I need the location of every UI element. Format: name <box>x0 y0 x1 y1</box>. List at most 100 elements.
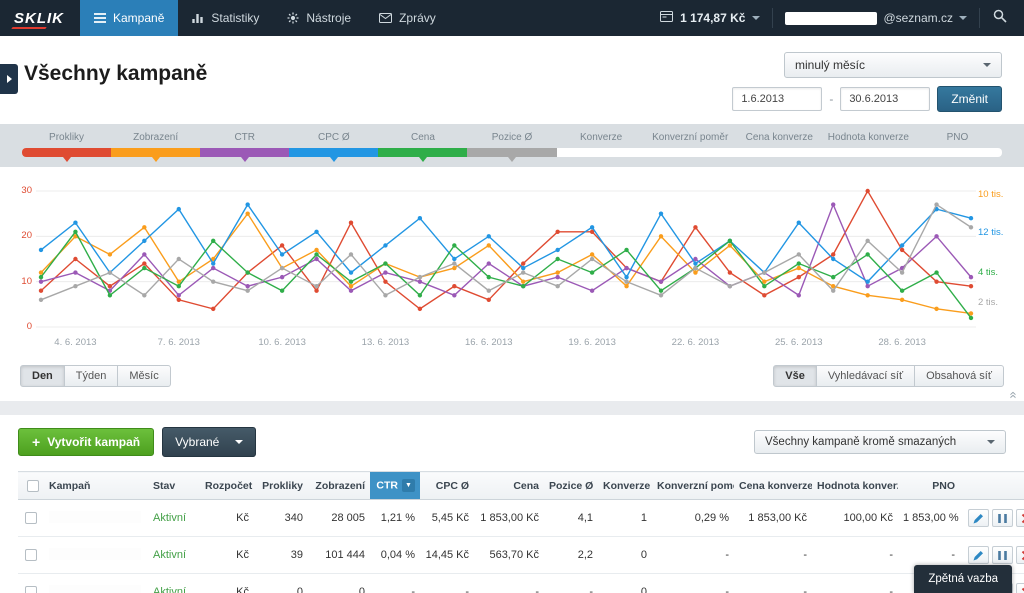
chart-left-axis: 3020100 <box>6 183 32 333</box>
metric-indicator <box>378 148 467 157</box>
value-cell: Kč <box>200 537 254 574</box>
pause-campaign-button[interactable] <box>992 509 1013 527</box>
nav-item-kampane[interactable]: Kampaně <box>80 0 178 36</box>
delete-icon <box>1017 587 1024 593</box>
column-header-ctr[interactable]: CTR▼ <box>370 472 420 500</box>
column-header-pno[interactable]: PNO <box>898 472 960 500</box>
column-header-cpc[interactable]: CPC Ø <box>420 472 474 500</box>
change-date-button[interactable]: Změnit <box>937 86 1002 112</box>
create-campaign-button[interactable]: + Vytvořit kampaň <box>18 428 154 456</box>
edit-campaign-button[interactable] <box>968 509 989 527</box>
metric-tab-konverze[interactable]: Konverze <box>557 132 646 148</box>
row-checkbox[interactable] <box>25 512 37 524</box>
status-cell: Aktivní <box>148 574 200 593</box>
email-redacted <box>785 12 877 25</box>
column-header-label: Kampaň <box>49 480 90 492</box>
x-axis-tick: 16. 6. 2013 <box>465 337 513 348</box>
value-cell: - <box>812 537 898 574</box>
metric-tab-pozice[interactable]: Pozice Ø <box>467 132 556 148</box>
date-from-input[interactable] <box>732 87 822 111</box>
nav-item-nastroje[interactable]: Nástroje <box>273 0 365 36</box>
selected-dropdown[interactable]: Vybrané <box>162 427 256 457</box>
top-navbar: SKLIK Kampaně Statistiky Nástroje Zprávy <box>0 0 1024 36</box>
metric-tab-pno[interactable]: PNO <box>913 132 1002 148</box>
edit-campaign-button[interactable] <box>968 546 989 564</box>
metric-tab-prokliky[interactable]: Prokliky <box>22 132 111 148</box>
metric-tab-cpc[interactable]: CPC Ø <box>289 132 378 148</box>
delete-campaign-button[interactable] <box>1016 509 1024 527</box>
table-row: AktivníKč39101 4440,04 %14,45 Kč563,70 K… <box>18 537 1024 574</box>
x-axis-tick: 19. 6. 2013 <box>568 337 616 348</box>
feedback-button[interactable]: Zpětná vazba <box>914 565 1012 593</box>
account-balance[interactable]: 1 174,87 Kč <box>648 0 772 36</box>
row-checkbox[interactable] <box>25 586 37 593</box>
collapse-chart-button[interactable]: » <box>1006 391 1018 398</box>
column-header-label: Zobrazení <box>315 480 365 492</box>
y-axis-tick: 0 <box>27 321 32 332</box>
metric-tab-hodnota-konverze[interactable]: Hodnota konverze <box>824 132 913 148</box>
network-v-e[interactable]: Vše <box>773 365 817 387</box>
column-header-cena[interactable]: Cena <box>474 472 544 500</box>
row-checkbox-cell <box>18 500 44 537</box>
caret-down-icon <box>987 440 995 444</box>
nav-item-statistiky[interactable]: Statistiky <box>178 0 273 36</box>
metric-indicator <box>111 148 200 157</box>
page-title: Všechny kampaně <box>24 62 207 86</box>
caret-down-icon <box>959 16 967 20</box>
create-campaign-label: Vytvořit kampaň <box>47 435 140 449</box>
column-header-kampa[interactable]: Kampaň <box>44 472 148 500</box>
value-cell: 0 <box>598 537 652 574</box>
column-header-zobrazen[interactable]: Zobrazení <box>308 472 370 500</box>
granularity-t-den[interactable]: Týden <box>64 365 119 387</box>
granularity-den[interactable]: Den <box>20 365 65 387</box>
column-header-cena-konverze[interactable]: Cena konverze <box>734 472 812 500</box>
value-cell: 0,29 % <box>652 500 734 537</box>
value-cell: - <box>420 574 474 593</box>
metric-tab-ctr[interactable]: CTR <box>200 132 289 148</box>
side-flyout-tab[interactable] <box>0 64 18 94</box>
nav-label: Statistiky <box>211 11 259 25</box>
sort-direction-icon[interactable]: ▼ <box>402 479 415 492</box>
column-header-rozpo-et[interactable]: Rozpočet <box>200 472 254 500</box>
chart-plot[interactable] <box>36 183 976 333</box>
column-header-stav[interactable]: Stav <box>148 472 200 500</box>
period-select-value: minulý měsíc <box>795 58 865 72</box>
y-axis-tick: 20 <box>21 230 32 241</box>
account-menu[interactable]: @seznam.cz <box>773 0 979 36</box>
metric-indicator <box>200 148 289 157</box>
pause-campaign-button[interactable] <box>992 546 1013 564</box>
sklik-logo[interactable]: SKLIK <box>0 0 80 36</box>
chart-panel: 3020100 10 tis.12 tis.4 tis.2 tis. 4. 6.… <box>0 167 1024 401</box>
value-cell: - <box>652 574 734 593</box>
select-all-checkbox[interactable] <box>27 480 39 492</box>
metric-indicator <box>557 148 646 157</box>
row-checkbox[interactable] <box>25 549 37 561</box>
period-select[interactable]: minulý měsíc <box>784 52 1002 78</box>
mail-icon <box>379 13 392 23</box>
column-header-pozice[interactable]: Pozice Ø <box>544 472 598 500</box>
search-button[interactable] <box>980 0 1020 36</box>
column-header-konverze[interactable]: Konverze <box>598 472 652 500</box>
metric-tab-cena[interactable]: Cena <box>378 132 467 148</box>
gear-icon <box>287 12 299 24</box>
metric-tab-zobrazen[interactable]: Zobrazení <box>111 132 200 148</box>
campaign-filter-select[interactable]: Všechny kampaně kromě smazaných <box>754 430 1006 454</box>
granularity-m-s-c[interactable]: Měsíc <box>117 365 170 387</box>
date-to-input[interactable] <box>840 87 930 111</box>
column-header-hodnota-konverze[interactable]: Hodnota konverze <box>812 472 898 500</box>
chart-right-axis: 10 tis.12 tis.4 tis.2 tis. <box>978 183 1020 333</box>
column-header-label: PNO <box>932 480 955 492</box>
nav-label: Zprávy <box>399 11 436 25</box>
metric-tab-konverzn-pom-r[interactable]: Konverzní poměr <box>646 132 735 148</box>
value-cell: - <box>544 574 598 593</box>
metric-tab-cena-konverze[interactable]: Cena konverze <box>735 132 824 148</box>
network-vyhled-vac-s[interactable]: Vyhledávací síť <box>816 365 915 387</box>
delete-campaign-button[interactable] <box>1016 546 1024 564</box>
nav-item-zpravy[interactable]: Zprávy <box>365 0 450 36</box>
column-header-konverzn-pom-r[interactable]: Konverzní poměr <box>652 472 734 500</box>
column-header-prokliky[interactable]: Prokliky <box>254 472 308 500</box>
network-obsahov-s[interactable]: Obsahová síť <box>914 365 1004 387</box>
column-header-label: Prokliky <box>262 480 303 492</box>
logo-swoosh-icon <box>11 27 46 29</box>
delete-campaign-button[interactable] <box>1016 583 1024 593</box>
